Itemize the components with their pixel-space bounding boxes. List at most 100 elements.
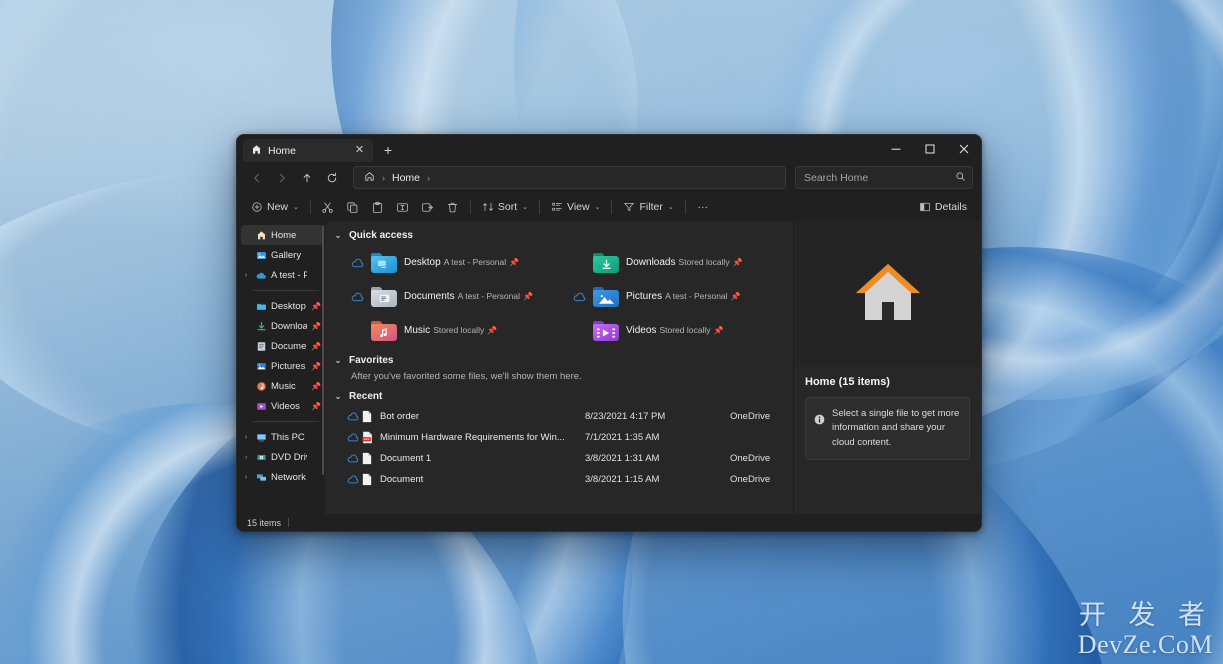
minimize-button[interactable] (879, 135, 913, 162)
rename-button[interactable] (391, 196, 415, 218)
home-icon-large (853, 259, 923, 328)
maximize-button[interactable] (913, 135, 947, 162)
plus-circle-icon (251, 201, 263, 213)
chevron-right-icon[interactable]: › (241, 474, 251, 481)
pin-icon[interactable]: 📌 (311, 322, 321, 331)
recent-header[interactable]: ⌄ Recent (325, 388, 793, 405)
quick-access-item-downloads[interactable]: Downloads Stored locally 📌 (569, 246, 783, 280)
pin-icon[interactable]: 📌 (311, 342, 321, 351)
sidebar-item-dvd-drive[interactable]: › DVD Drive (D:) C (241, 447, 323, 467)
command-separator (685, 200, 686, 214)
file-source: OneDrive (730, 474, 783, 485)
quick-access-item-desktop[interactable]: Desktop A test - Personal 📌 (347, 246, 561, 280)
sidebar-item-videos[interactable]: Videos 📌 (241, 396, 323, 416)
navigation-bar: › Home › (237, 162, 981, 193)
view-button[interactable]: View ⌄ (545, 196, 606, 218)
up-button[interactable] (295, 166, 319, 190)
pin-icon[interactable]: 📌 (311, 382, 321, 391)
search-icon[interactable] (955, 171, 966, 185)
table-row[interactable]: Minimum Hardware Requirements for Win...… (325, 427, 793, 448)
table-row[interactable]: Bot order 8/23/2021 4:17 PM OneDrive (325, 406, 793, 427)
chevron-down-icon: ⌄ (668, 203, 674, 211)
search-input[interactable] (804, 172, 951, 184)
close-tab-button[interactable]: ✕ (352, 143, 367, 158)
chevron-down-icon[interactable]: ⌄ (333, 231, 343, 240)
home-icon[interactable] (360, 170, 379, 185)
new-tab-button[interactable]: + (377, 139, 399, 161)
chevron-down-icon: ⌄ (522, 203, 528, 211)
sidebar-item-desktop[interactable]: Desktop 📌 (241, 296, 323, 316)
share-button[interactable] (416, 196, 440, 218)
breadcrumb-item-home[interactable]: Home (388, 171, 424, 185)
sidebar-scrollbar[interactable] (322, 225, 324, 475)
breadcrumb-separator[interactable]: › (427, 173, 430, 183)
more-options-button[interactable]: ··· (691, 196, 715, 218)
table-row[interactable]: Document 3/8/2021 1:15 AM OneDrive (325, 469, 793, 490)
file-name: Bot order (380, 411, 585, 422)
search-box[interactable] (795, 166, 973, 189)
breadcrumb[interactable]: › Home › (353, 166, 786, 189)
sort-button[interactable]: Sort ⌄ (476, 196, 534, 218)
forward-button[interactable] (270, 166, 294, 190)
cut-button[interactable] (316, 196, 340, 218)
chevron-down-icon[interactable]: ⌄ (333, 356, 343, 365)
sidebar-item-network[interactable]: › Network (241, 467, 323, 487)
sidebar-item-home[interactable]: Home (241, 225, 323, 245)
quick-access-item-music[interactable]: Music Stored locally 📌 (347, 314, 561, 348)
pin-icon: 📌 (731, 292, 741, 301)
sidebar-item-onedrive[interactable]: › A test - Persona (241, 265, 323, 285)
sidebar-item-label: Desktop (271, 301, 307, 312)
favorites-header[interactable]: ⌄ Favorites (325, 352, 793, 369)
item-subtitle: Stored locally (659, 325, 710, 335)
close-window-button[interactable] (947, 135, 981, 162)
file-name: Document (380, 474, 585, 485)
item-name: Pictures (626, 291, 662, 302)
sidebar-item-pictures[interactable]: Pictures 📌 (241, 356, 323, 376)
sidebar-item-label: This PC (271, 432, 307, 443)
tab-home[interactable]: Home ✕ (243, 139, 373, 162)
pin-icon[interactable]: 📌 (311, 402, 321, 411)
copy-button[interactable] (341, 196, 365, 218)
sidebar-item-documents[interactable]: Documents 📌 (241, 336, 323, 356)
folder-icon (593, 286, 619, 308)
delete-button[interactable] (441, 196, 465, 218)
file-date: 8/23/2021 4:17 PM (585, 411, 730, 422)
sidebar-item-label: Documents (271, 341, 307, 352)
chevron-down-icon[interactable]: ⌄ (333, 392, 343, 401)
recent-files-list: Bot order 8/23/2021 4:17 PM OneDrive Min… (325, 405, 793, 490)
chevron-right-icon[interactable]: › (241, 434, 251, 441)
sidebar-item-gallery[interactable]: Gallery (241, 245, 323, 265)
details-pane: Home (15 items) Select a single file to … (793, 221, 981, 514)
back-button[interactable] (245, 166, 269, 190)
refresh-button[interactable] (320, 166, 344, 190)
share-icon (421, 201, 434, 214)
table-row[interactable]: Document 1 3/8/2021 1:31 AM OneDrive (325, 448, 793, 469)
folder-icon (593, 320, 619, 342)
quick-access-header[interactable]: ⌄ Quick access (325, 227, 793, 244)
folder-icon (371, 286, 397, 308)
item-name: Desktop (404, 257, 441, 268)
quick-access-item-pictures[interactable]: Pictures A test - Personal 📌 (569, 280, 783, 314)
chevron-right-icon[interactable]: › (241, 454, 251, 461)
window-body: Home Gallery › (237, 221, 981, 514)
details-pane-button[interactable]: Details (913, 196, 973, 218)
pin-icon[interactable]: 📌 (311, 362, 321, 371)
paste-button[interactable] (366, 196, 390, 218)
item-name: Documents (404, 291, 455, 302)
preview-area (794, 221, 981, 366)
quick-access-item-videos[interactable]: Videos Stored locally 📌 (569, 314, 783, 348)
sidebar-item-downloads[interactable]: Downloads 📌 (241, 316, 323, 336)
filter-button[interactable]: Filter ⌄ (617, 196, 679, 218)
quick-access-grid: Desktop A test - Personal 📌 (325, 244, 793, 352)
chevron-right-icon[interactable]: › (241, 272, 251, 279)
sidebar-item-label: Videos (271, 401, 307, 412)
quick-access-item-text: Downloads Stored locally 📌 (626, 256, 743, 269)
sidebar-item-music[interactable]: Music 📌 (241, 376, 323, 396)
pin-icon[interactable]: 📌 (311, 302, 321, 311)
pdf-icon (362, 431, 380, 444)
sidebar-item-this-pc[interactable]: › This PC (241, 427, 323, 447)
new-button[interactable]: New ⌄ (245, 196, 305, 218)
quick-access-item-documents[interactable]: Documents A test - Personal 📌 (347, 280, 561, 314)
cloud-icon (347, 412, 362, 421)
pin-icon: 📌 (487, 326, 497, 335)
